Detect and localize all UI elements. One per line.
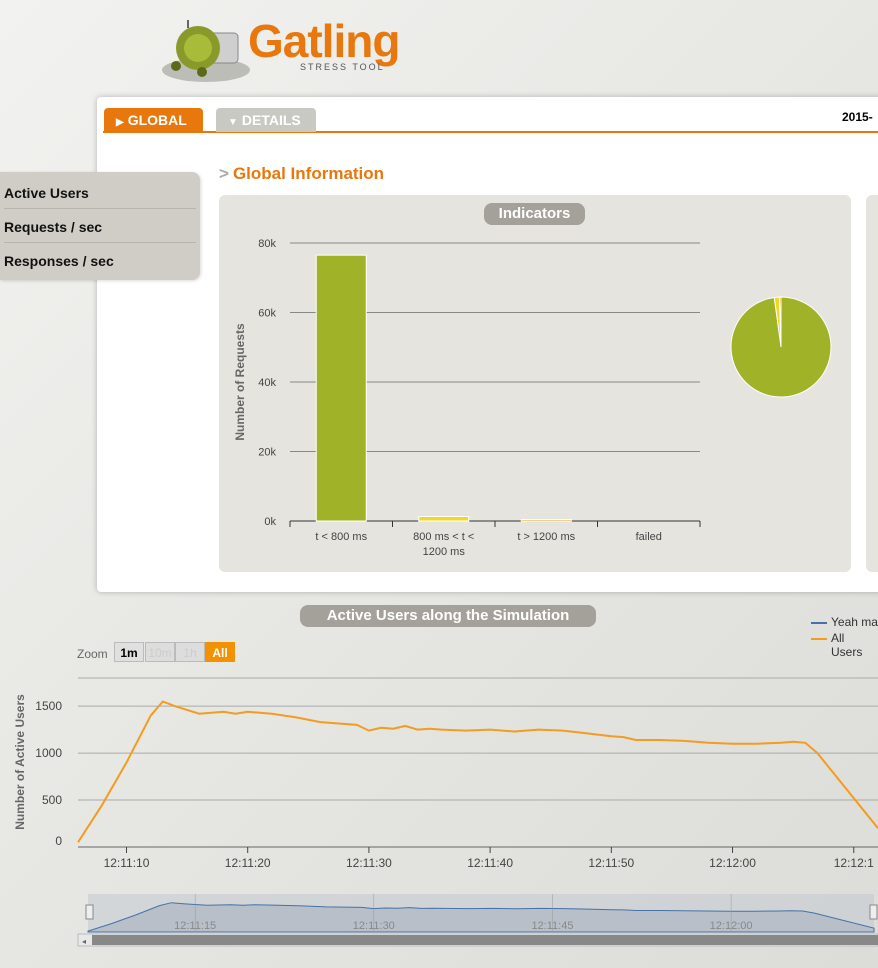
zoom-1m-button[interactable]: 1m bbox=[114, 642, 144, 662]
tab-global-label: GLOBAL bbox=[127, 112, 187, 128]
section-title: > Global Information bbox=[219, 164, 384, 184]
navigator-tick-label: 12:11:45 bbox=[531, 920, 573, 932]
tab-global[interactable]: ▶ GLOBAL bbox=[104, 108, 203, 132]
active-users-title: Active Users along the Simulation bbox=[300, 605, 596, 627]
navigator-series bbox=[87, 902, 875, 933]
line-y-axis-label: Number of Active Users bbox=[13, 694, 27, 830]
zoom-1h-button[interactable]: 1h bbox=[175, 642, 205, 662]
chevron-right-icon: > bbox=[219, 164, 229, 183]
line-x-tick-label: 12:11:20 bbox=[225, 856, 271, 870]
side-menu-separator bbox=[4, 208, 196, 209]
side-menu-item-responses-per-sec[interactable]: Responses / sec bbox=[4, 253, 114, 269]
zoom-all-button[interactable]: All bbox=[205, 642, 235, 662]
run-date: 2015- bbox=[842, 110, 873, 124]
navigator-tick-label: 12:11:30 bbox=[353, 920, 395, 932]
tab-details[interactable]: ▼ DETAILS bbox=[216, 108, 316, 132]
line-x-tick-label: 12:11:50 bbox=[588, 856, 634, 870]
gatling-logo: Gatling STRESS TOOL bbox=[158, 8, 448, 88]
section-title-text: Global Information bbox=[232, 164, 385, 183]
line-x-tick-label: 12:11:10 bbox=[104, 856, 150, 870]
side-menu-separator bbox=[4, 242, 196, 243]
zoom-label: Zoom bbox=[77, 647, 108, 661]
scrollbar-left-arrow-icon: ◂ bbox=[82, 937, 86, 946]
line-x-tick-label: 12:12:1 bbox=[834, 856, 874, 870]
brand-tagline: STRESS TOOL bbox=[300, 62, 385, 72]
scrollbar-thumb bbox=[92, 935, 878, 945]
side-menu-item-active-users[interactable]: Active Users bbox=[4, 185, 89, 201]
line-x-tick-label: 12:11:30 bbox=[346, 856, 392, 870]
legend-swatch-yeah bbox=[811, 622, 827, 624]
triangle-right-icon: ▶ bbox=[116, 117, 124, 128]
line-series-0 bbox=[77, 700, 878, 843]
triangle-down-icon: ▼ bbox=[228, 117, 238, 128]
line-y-tick: 1500 bbox=[35, 699, 62, 713]
line-y-tick: 0 bbox=[55, 834, 62, 848]
line-x-tick-label: 12:12:00 bbox=[709, 856, 756, 870]
navigator-background bbox=[88, 894, 874, 932]
side-panel-edge bbox=[866, 195, 878, 572]
navigator-tick-label: 12:11:15 bbox=[174, 920, 216, 932]
zoom-10m-button[interactable]: 10m bbox=[145, 642, 175, 662]
tab-details-label: DETAILS bbox=[241, 112, 301, 128]
legend-item-all-users[interactable]: All Users bbox=[831, 631, 878, 659]
line-x-tick-label: 12:11:40 bbox=[467, 856, 513, 870]
indicators-panel bbox=[219, 195, 851, 572]
side-menu: Active Users Requests / sec Responses / … bbox=[0, 172, 200, 280]
navigator-handle-left bbox=[85, 904, 94, 920]
navigator-tick-label: 12:12:00 bbox=[710, 920, 753, 932]
line-y-tick: 500 bbox=[42, 793, 62, 807]
legend-swatch-all-users bbox=[811, 638, 827, 640]
indicators-title: Indicators bbox=[484, 203, 585, 225]
brand-name: Gatling bbox=[248, 15, 400, 67]
scrollbar-track bbox=[77, 933, 878, 947]
legend-item-yeah[interactable]: Yeah ma bbox=[831, 615, 878, 629]
gatling-robot-icon bbox=[162, 20, 250, 82]
side-menu-item-requests-per-sec[interactable]: Requests / sec bbox=[4, 219, 102, 235]
line-y-tick: 1000 bbox=[35, 746, 62, 760]
navigator-handle-right bbox=[869, 904, 878, 920]
